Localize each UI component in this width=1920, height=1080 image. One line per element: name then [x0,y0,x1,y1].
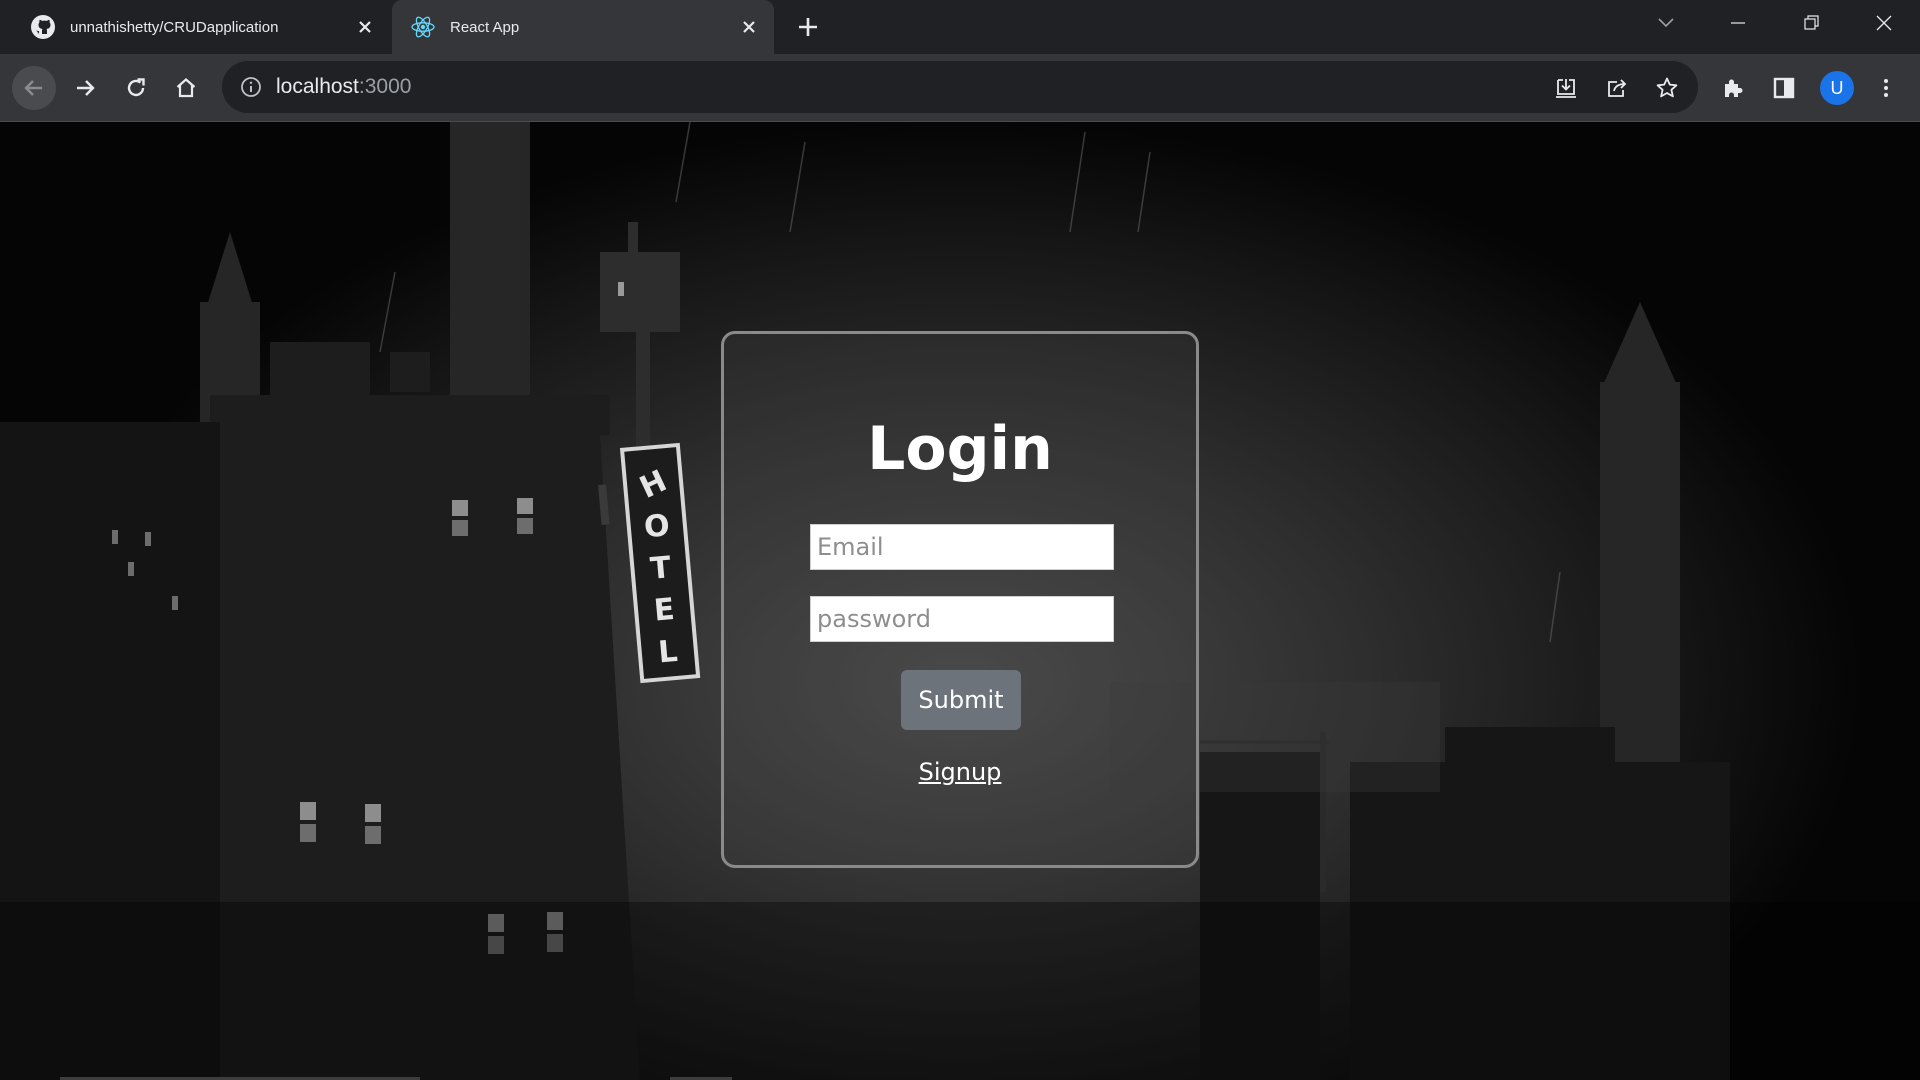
more-menu-icon[interactable] [1871,73,1901,103]
minimize-icon [1731,22,1745,24]
email-input[interactable] [810,524,1114,570]
close-window-button[interactable] [1862,8,1906,38]
tab-github[interactable]: unnathishetty/CRUDapplication [12,0,390,54]
reload-button[interactable] [114,66,158,110]
url-text: localhost:3000 [276,75,411,99]
minimize-button[interactable] [1716,8,1760,38]
home-button[interactable] [164,66,208,110]
login-card: Login Submit Signup [721,331,1199,868]
new-tab-button[interactable] [792,12,824,42]
tab-close-icon[interactable] [736,14,762,40]
login-title: Login [867,414,1053,484]
url-port: :3000 [358,75,412,98]
svg-text:E: E [652,592,675,629]
github-icon [30,14,56,40]
tab-close-icon[interactable] [352,14,378,40]
profile-avatar[interactable]: U [1820,71,1854,105]
signup-link[interactable]: Signup [724,758,1196,786]
side-panel-icon[interactable] [1769,73,1799,103]
tab-title: React App [450,18,520,36]
tab-react-app[interactable]: React App [392,0,774,54]
svg-text:L: L [657,634,679,671]
tab-strip: unnathishetty/CRUDapplication React App [0,0,1920,54]
back-button[interactable] [12,66,56,110]
browser-toolbar: localhost:3000 U [0,54,1920,122]
restore-button[interactable] [1790,8,1834,38]
restore-icon [1804,15,1819,30]
close-icon [1876,15,1892,31]
submit-button[interactable]: Submit [901,670,1021,730]
address-bar[interactable]: localhost:3000 [222,61,1698,113]
svg-text:T: T [649,550,673,587]
browser-window: unnathishetty/CRUDapplication React App [0,0,1920,1080]
info-icon[interactable] [238,74,264,100]
bookmark-star-icon[interactable] [1653,74,1681,102]
tab-title: unnathishetty/CRUDapplication [70,18,279,36]
plus-icon [799,18,817,36]
install-app-icon[interactable] [1552,74,1580,102]
reload-icon [127,78,145,97]
tab-search-button[interactable] [1644,8,1688,38]
home-icon [176,78,196,98]
forward-button[interactable] [63,66,107,110]
page-viewport: H O T E L Login Email Submit Signup [0,122,1920,1080]
arrow-right-icon [77,80,95,96]
chevron-down-icon [1658,18,1674,28]
svg-text:O: O [643,508,671,545]
url-host: localhost [276,75,359,98]
react-icon [410,14,436,40]
arrow-left-icon [24,80,42,96]
share-icon[interactable] [1603,74,1631,102]
extensions-icon[interactable] [1718,73,1748,103]
password-input[interactable] [810,596,1114,642]
